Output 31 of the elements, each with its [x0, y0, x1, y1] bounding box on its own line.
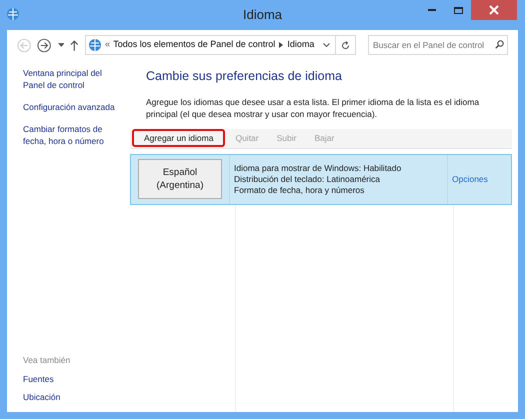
language-detail: Formato de fecha, hora y números	[234, 184, 366, 196]
window-title: Idioma	[242, 6, 282, 24]
language-detail: Idioma para mostrar de Windows: Habilitado	[234, 162, 402, 174]
chevron-down-icon[interactable]	[323, 43, 330, 47]
language-row[interactable]: Español (Argentina) Idioma para mostrar de Windows: Habilitado Distribución del teclado: Latinoamérica Formato de fecha, hora y números Opciones	[130, 154, 512, 205]
page-heading: Cambie sus preferencias de idioma	[146, 68, 343, 85]
toolbar-button[interactable]: Agregar un idioma	[132, 129, 226, 148]
address-bar[interactable]: « Todos los elementos de Panel de control Idioma	[84, 35, 356, 55]
refresh-icon[interactable]	[341, 40, 350, 50]
search-icon[interactable]	[495, 40, 504, 49]
breadcrumb-item[interactable]: Idioma	[287, 38, 314, 52]
sidebar-link[interactable]: Configuración avanzada	[23, 101, 126, 113]
search-field[interactable]: Buscar en el Panel de control	[368, 35, 508, 55]
see-also-link[interactable]: Fuentes	[23, 372, 126, 386]
close-button[interactable]	[471, 0, 517, 20]
breadcrumb-arrow-icon[interactable]	[279, 42, 284, 48]
close-icon[interactable]	[489, 5, 499, 15]
dropdown-icon[interactable]	[58, 43, 64, 47]
globe-icon	[88, 38, 101, 52]
options-link[interactable]: Opciones	[452, 172, 488, 186]
forward-icon[interactable]	[37, 38, 52, 52]
language-detail: Distribución del teclado: Latinoamérica	[234, 174, 381, 185]
sidebar-link[interactable]: Cambiar formatos de fecha, hora o número	[23, 123, 126, 147]
see-also-link[interactable]: Ubicación	[23, 391, 126, 404]
sidebar-link[interactable]: Ventana principal del Panel de control	[23, 67, 126, 91]
globe-icon[interactable]	[6, 7, 20, 21]
language-button[interactable]: Español (Argentina)	[138, 159, 222, 200]
up-arrow-icon[interactable]	[70, 40, 79, 50]
description-text: Agregue los idiomas que desee usar a esta lista. El primer idioma de la lista es el idioma principal (el que desea mostrar y usar con mayor frecuencia).	[146, 96, 480, 120]
breadcrumb-item[interactable]: Todos los elementos de Panel de control	[113, 38, 276, 52]
see-also-heading: Vea también	[23, 354, 72, 366]
